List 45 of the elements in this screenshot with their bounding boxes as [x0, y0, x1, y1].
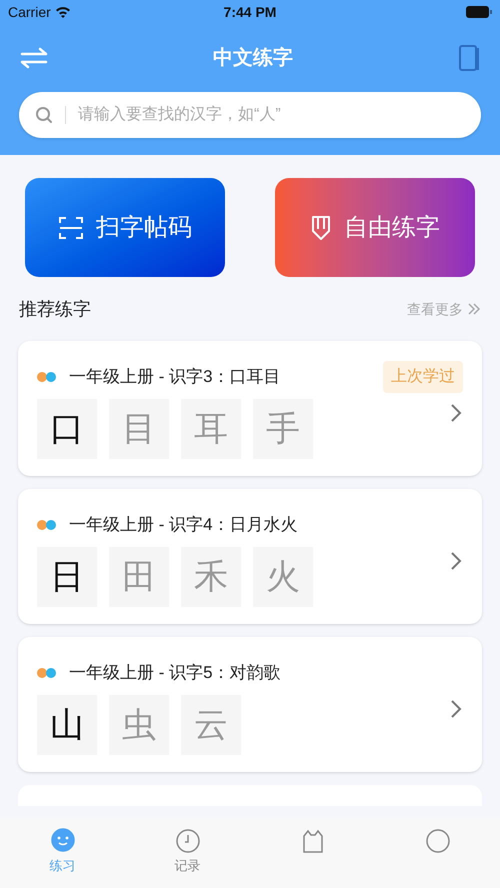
character-tile[interactable]: 禾	[181, 547, 241, 607]
clock-icon	[174, 828, 200, 854]
lesson-title: 一年级上册 - 识字5：对韵歌	[69, 662, 281, 684]
dots-icon	[37, 668, 57, 678]
character-tile[interactable]: 云	[181, 695, 241, 755]
character-tile[interactable]: 日	[37, 547, 97, 607]
lesson-title: 一年级上册 - 识字4：日月水火	[69, 514, 298, 536]
character-tile[interactable]: 口	[37, 399, 97, 459]
device-icon[interactable]	[458, 44, 480, 72]
app-title: 中文练字	[212, 46, 294, 71]
free-practice-button[interactable]: 自由练字	[275, 178, 475, 277]
dots-icon	[37, 520, 57, 530]
character-tile[interactable]: 目	[109, 399, 169, 459]
tab-item[interactable]: 记录	[125, 828, 250, 888]
clock-label: 7:44 PM	[224, 2, 276, 22]
swap-icon[interactable]	[20, 46, 48, 70]
carrier-label: Carrier	[8, 2, 51, 22]
battery-icon	[466, 6, 492, 18]
search-icon	[35, 106, 53, 124]
character-tile[interactable]: 田	[109, 547, 169, 607]
character-tile[interactable]: 山	[37, 695, 97, 755]
chat-icon	[50, 828, 76, 854]
lesson-card[interactable]: 一年级上册 - 识字5：对韵歌 山 虫 云	[18, 637, 482, 772]
wifi-icon	[54, 6, 71, 18]
character-tile[interactable]: 耳	[181, 399, 241, 459]
dots-icon	[37, 372, 57, 382]
view-more-link[interactable]: 查看更多	[407, 298, 481, 320]
section-title: 推荐练字	[19, 298, 91, 320]
lesson-card[interactable]: 一年级上册 - 识字3：口耳目 上次学过 口 目 耳 手	[18, 341, 482, 476]
search-field[interactable]: 请输入要查找的汉字，如“人”	[19, 92, 481, 138]
chevron-right-icon	[450, 551, 462, 571]
pencil-icon	[310, 214, 332, 240]
character-tile[interactable]: 手	[253, 399, 313, 459]
lesson-title: 一年级上册 - 识字3：口耳目	[69, 366, 281, 388]
double-chevron-icon	[467, 302, 481, 316]
scan-icon	[58, 214, 84, 240]
search-input[interactable]: 请输入要查找的汉字，如“人”	[78, 103, 465, 127]
lesson-card[interactable]: 一年级上册 - 识字4：日月水火 日 田 禾 火	[18, 489, 482, 624]
last-studied-badge: 上次学过	[383, 361, 463, 393]
character-tile[interactable]: 虫	[109, 695, 169, 755]
chevron-right-icon	[450, 403, 462, 423]
scan-button[interactable]: 扫字帖码	[25, 178, 225, 277]
chevron-right-icon	[450, 699, 462, 719]
character-tile[interactable]: 火	[253, 547, 313, 607]
tab-item[interactable]: 练习	[0, 828, 125, 888]
